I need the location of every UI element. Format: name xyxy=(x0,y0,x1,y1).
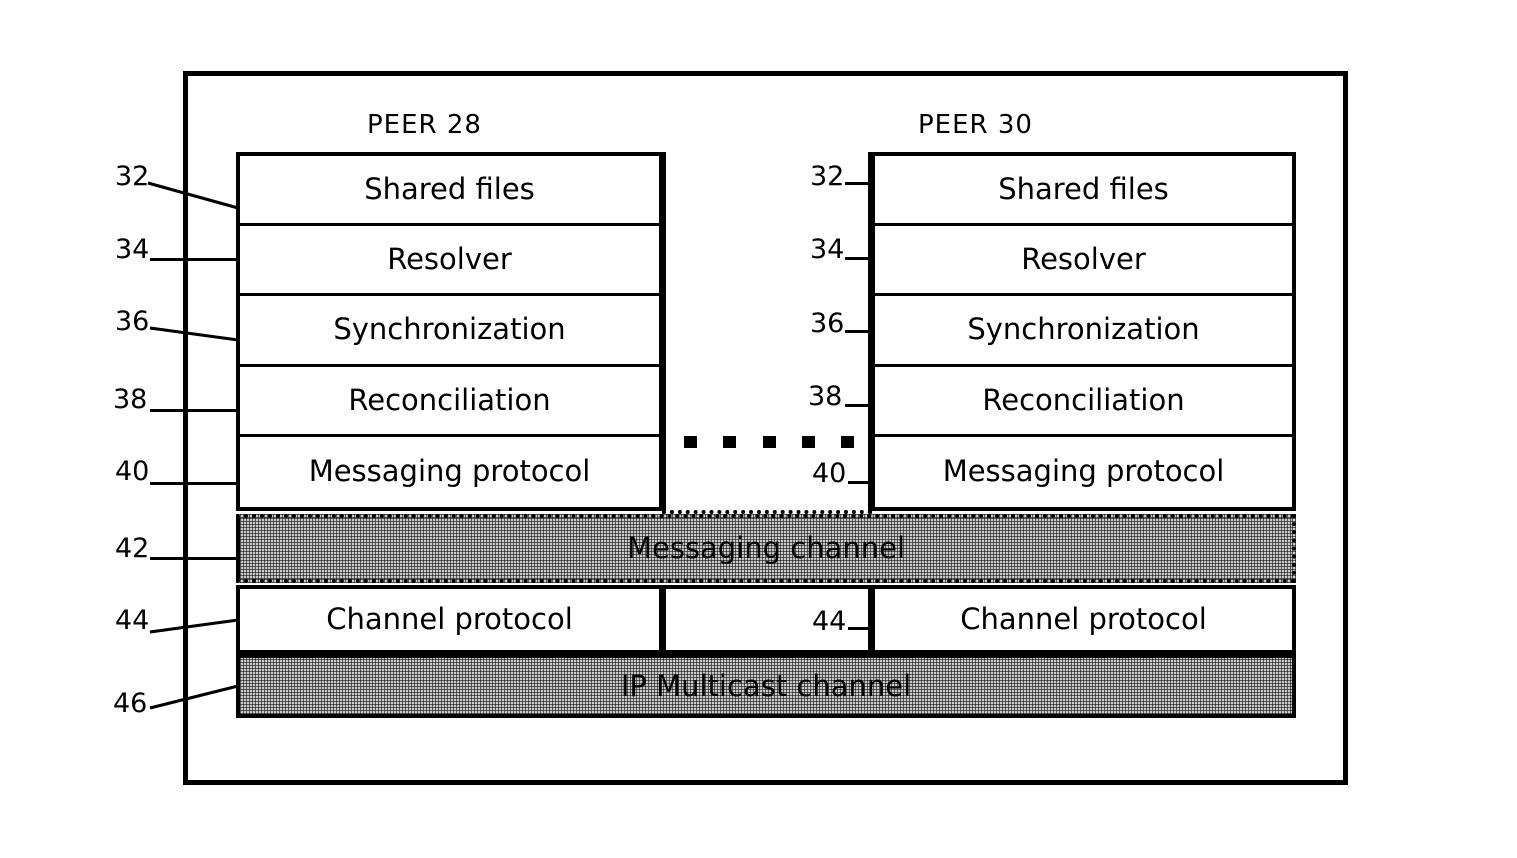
layer-reconciliation: Reconciliation xyxy=(875,366,1292,437)
peer-right-title: PEER 30 xyxy=(918,110,1033,140)
layer-reconciliation: Reconciliation xyxy=(240,366,659,437)
ref-numeral-46: 46 xyxy=(113,688,148,719)
ref-numeral-32-left: 32 xyxy=(115,161,150,192)
ref-numeral-40-left: 40 xyxy=(115,456,150,487)
ref-numeral-34-right: 34 xyxy=(810,234,845,265)
leader-line-34-left xyxy=(150,258,238,261)
channel-protocol-label: Channel protocol xyxy=(326,602,573,636)
ref-numeral-38-right: 38 xyxy=(808,381,843,412)
peer-left-title: PEER 28 xyxy=(367,110,482,140)
leader-line-36-right xyxy=(845,330,873,333)
ref-numeral-44-right: 44 xyxy=(812,606,847,637)
layer-label: Shared files xyxy=(998,172,1169,207)
layer-label: Messaging protocol xyxy=(308,454,591,489)
ref-numeral-38-left: 38 xyxy=(113,384,148,415)
layer-label: Resolver xyxy=(387,242,512,277)
layer-synchronization: Synchronization xyxy=(875,296,1292,367)
messaging-channel-label: Messaging channel xyxy=(626,531,906,565)
layer-label: Reconciliation xyxy=(348,382,551,417)
layer-synchronization: Synchronization xyxy=(240,296,659,367)
layer-shared-files: Shared files xyxy=(240,156,659,227)
ellipsis-dot xyxy=(684,436,697,448)
ellipsis-dot xyxy=(801,436,815,448)
ip-multicast-channel-bar: IP Multicast channel xyxy=(236,654,1296,718)
layer-resolver: Resolver xyxy=(240,226,659,297)
ref-numeral-32-right: 32 xyxy=(810,161,845,192)
leader-line-38-left xyxy=(150,409,238,412)
layer-label: Synchronization xyxy=(333,312,566,347)
ref-numeral-34-left: 34 xyxy=(115,234,150,265)
peer-right-stack: Shared files Resolver Synchronization Re… xyxy=(871,152,1296,511)
layer-messaging-protocol: Messaging protocol xyxy=(875,436,1292,507)
leader-line-32-right xyxy=(845,182,873,185)
ref-numeral-40-right: 40 xyxy=(812,458,847,489)
messaging-channel-bar: Messaging channel xyxy=(236,514,1296,583)
leader-line-34-right xyxy=(845,257,873,260)
ref-numeral-36-left: 36 xyxy=(115,306,150,337)
leader-line-44-right xyxy=(848,627,873,630)
channel-protocol-right: Channel protocol xyxy=(871,585,1296,654)
leader-line-40-left xyxy=(150,482,238,485)
leader-line-40-right xyxy=(848,481,873,484)
ellipsis-dot xyxy=(723,436,737,448)
layer-messaging-protocol: Messaging protocol xyxy=(240,436,659,507)
layer-label: Shared files xyxy=(364,172,535,207)
channel-protocol-label: Channel protocol xyxy=(960,602,1207,636)
layer-shared-files: Shared files xyxy=(875,156,1292,227)
ref-numeral-42: 42 xyxy=(115,533,150,564)
layer-label: Synchronization xyxy=(967,312,1200,347)
ellipsis-dot xyxy=(762,436,776,448)
channel-protocol-left: Channel protocol xyxy=(236,585,663,654)
ref-numeral-44-left: 44 xyxy=(115,605,150,636)
layer-resolver: Resolver xyxy=(875,226,1292,297)
leader-line-42 xyxy=(150,557,238,560)
layer-label: Resolver xyxy=(1021,242,1146,277)
peer-left-stack: Shared files Resolver Synchronization Re… xyxy=(236,152,663,511)
patent-figure: PEER 28 PEER 30 Shared files Resolver Sy… xyxy=(0,0,1517,858)
inter-peer-ellipsis-icon xyxy=(684,435,854,449)
layer-label: Messaging protocol xyxy=(942,454,1225,489)
leader-line-38-right xyxy=(845,404,873,407)
ref-numeral-36-right: 36 xyxy=(810,308,845,339)
ellipsis-dot xyxy=(841,436,854,448)
layer-label: Reconciliation xyxy=(982,382,1185,417)
ip-multicast-channel-label: IP Multicast channel xyxy=(620,668,912,703)
